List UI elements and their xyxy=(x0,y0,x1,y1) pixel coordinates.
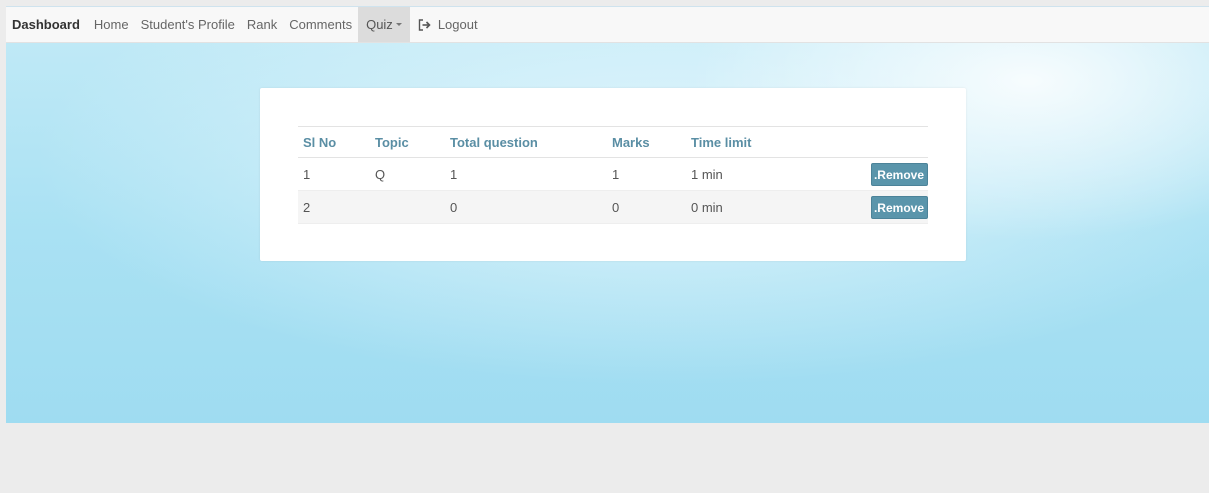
hero-background: Sl No Topic Total question Marks Time li… xyxy=(6,43,1209,423)
cell-total-question: 0 xyxy=(445,190,607,224)
table-header-row: Sl No Topic Total question Marks Time li… xyxy=(298,126,928,158)
table-row: 2 0 0 0 min .Remove xyxy=(298,190,928,224)
nav-item-logout[interactable]: Logout xyxy=(410,7,484,42)
header-action xyxy=(801,126,928,158)
table-row: 1 Q 1 1 1 min .Remove xyxy=(298,157,928,191)
header-time-limit: Time limit xyxy=(686,126,801,158)
nav-item-students-profile[interactable]: Student's Profile xyxy=(135,7,241,42)
cell-topic xyxy=(370,190,445,224)
top-navbar: Dashboard Home Student's Profile Rank Co… xyxy=(6,7,1209,43)
quiz-card: Sl No Topic Total question Marks Time li… xyxy=(260,88,966,261)
nav-item-quiz-label: Quiz xyxy=(366,17,393,32)
header-topic: Topic xyxy=(370,126,445,158)
sign-out-icon xyxy=(418,18,431,31)
cell-sl-no: 1 xyxy=(298,157,370,191)
cell-action: .Remove xyxy=(801,190,928,224)
nav-item-comments[interactable]: Comments xyxy=(283,7,358,42)
remove-button[interactable]: .Remove xyxy=(870,162,928,186)
cell-time-limit: 0 min xyxy=(686,190,801,224)
cell-total-question: 1 xyxy=(445,157,607,191)
header-sl-no: Sl No xyxy=(298,126,370,158)
caret-down-icon xyxy=(395,23,402,26)
quiz-table: Sl No Topic Total question Marks Time li… xyxy=(298,126,928,224)
remove-button[interactable]: .Remove xyxy=(870,195,928,219)
cell-marks: 0 xyxy=(607,190,686,224)
cell-time-limit: 1 min xyxy=(686,157,801,191)
nav-item-rank[interactable]: Rank xyxy=(241,7,283,42)
cell-sl-no: 2 xyxy=(298,190,370,224)
nav-brand-dashboard[interactable]: Dashboard xyxy=(6,17,88,32)
header-marks: Marks xyxy=(607,126,686,158)
cell-action: .Remove xyxy=(801,157,928,191)
header-total-question: Total question xyxy=(445,126,607,158)
logout-label: Logout xyxy=(437,17,478,32)
nav-item-quiz-dropdown[interactable]: Quiz xyxy=(358,7,410,42)
cell-marks: 1 xyxy=(607,157,686,191)
cell-topic: Q xyxy=(370,157,445,191)
nav-item-home[interactable]: Home xyxy=(88,7,135,42)
